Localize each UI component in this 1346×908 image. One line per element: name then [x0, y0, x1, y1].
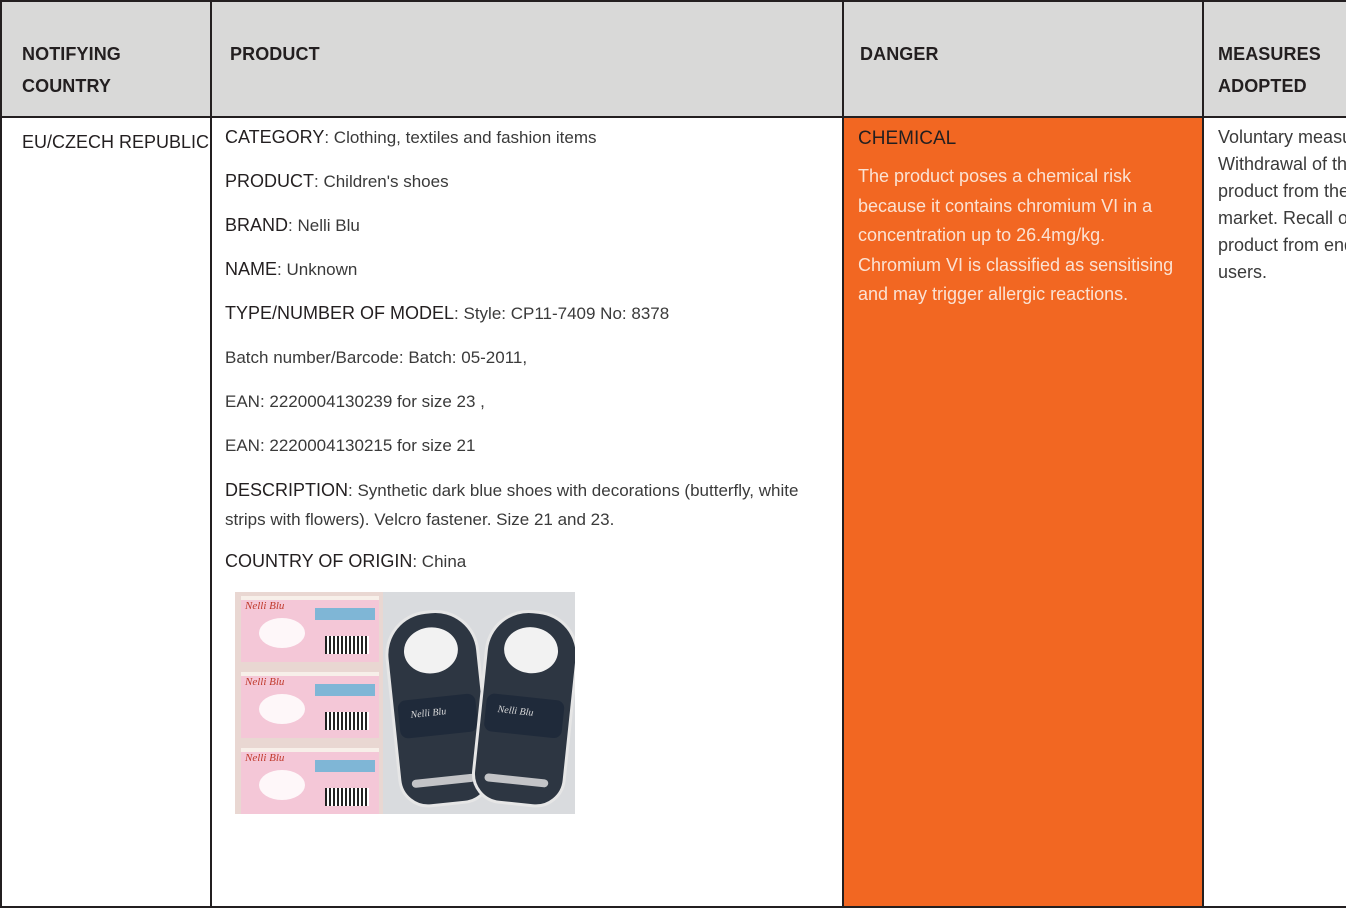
shoe-boxes-photo: Nelli Blu Nelli Blu Nelli Blu: [235, 592, 383, 814]
model-field: TYPE/NUMBER OF MODEL: Style: CP11-7409 N…: [225, 300, 842, 327]
category-label: CATEGORY: [225, 127, 325, 147]
notifying-country-cell: EU/CZECH REPUBLIC: [0, 116, 212, 908]
origin-label: COUNTRY OF ORIGIN: [225, 551, 413, 571]
barcode-graphic: [325, 712, 369, 730]
danger-title: CHEMICAL: [858, 128, 957, 149]
measures-cell: Voluntary measures: Withdrawal of the pr…: [1202, 116, 1346, 908]
origin-value: : China: [412, 552, 467, 571]
origin-field: COUNTRY OF ORIGIN: China: [225, 548, 842, 575]
name-field: NAME: Unknown: [225, 256, 842, 283]
table-row: EU/CZECH REPUBLIC CATEGORY: Clothing, te…: [0, 116, 1346, 908]
shoe-box: Nelli Blu: [241, 672, 379, 738]
batch-line: Batch number/Barcode: Batch: 05-2011,: [225, 348, 528, 367]
table-header-row: NOTIFYING COUNTRY PRODUCT DANGER MEASURE…: [0, 0, 1346, 118]
strap-brand-text: Nelli Blu: [410, 706, 447, 721]
insole-graphic: [501, 624, 561, 676]
sole-stripe: [411, 773, 476, 789]
shoe-box: Nelli Blu: [241, 596, 379, 662]
strap-brand-text: Nelli Blu: [497, 704, 534, 719]
category-field: CATEGORY: Clothing, textiles and fashion…: [225, 124, 842, 151]
right-shoe: Nelli Blu: [469, 605, 575, 811]
header-notifying-country: NOTIFYING COUNTRY: [0, 0, 212, 118]
alert-table-frame: NOTIFYING COUNTRY PRODUCT DANGER MEASURE…: [0, 0, 1346, 908]
header-measures-adopted: MEASURES ADOPTED: [1202, 0, 1346, 118]
brand-label: BRAND: [225, 215, 289, 235]
sole-stripe: [484, 773, 549, 788]
box-label-graphic: [315, 760, 375, 772]
name-label: NAME: [225, 259, 278, 279]
box-picture-graphic: [259, 618, 305, 648]
ean-line-1: EAN: 2220004130239 for size 23 ,: [225, 392, 485, 411]
brand-field: BRAND: Nelli Blu: [225, 212, 842, 239]
product-images: Nelli Blu Nelli Blu Nelli Blu Nelli Blu …: [235, 592, 842, 814]
product-cell: CATEGORY: Clothing, textiles and fashion…: [210, 116, 844, 908]
product-field: PRODUCT: Children's shoes: [225, 168, 842, 195]
box-label-graphic: [315, 684, 375, 696]
product-alert-table: NOTIFYING COUNTRY PRODUCT DANGER MEASURE…: [0, 0, 1346, 908]
velcro-strap: Nelli Blu: [483, 692, 565, 739]
box-label-graphic: [315, 608, 375, 620]
shoes-photo: Nelli Blu Nelli Blu: [383, 592, 575, 814]
shoe-box: Nelli Blu: [241, 748, 379, 814]
product-label: PRODUCT: [225, 171, 314, 191]
box-picture-graphic: [259, 770, 305, 800]
ean-line-2: EAN: 2220004130215 for size 21: [225, 436, 476, 455]
box-brand-text: Nelli Blu: [245, 600, 285, 612]
model-label: TYPE/NUMBER OF MODEL: [225, 303, 455, 323]
category-value: : Clothing, textiles and fashion items: [324, 128, 597, 147]
box-brand-text: Nelli Blu: [245, 752, 285, 764]
barcode-graphic: [325, 636, 369, 654]
description-field: DESCRIPTION: Synthetic dark blue shoes w…: [225, 476, 842, 534]
model-value: : Style: CP11-7409 No: 8378: [454, 304, 670, 323]
barcode-graphic: [325, 788, 369, 806]
brand-value: : Nelli Blu: [288, 216, 360, 235]
box-picture-graphic: [259, 694, 305, 724]
product-value: : Children's shoes: [314, 172, 449, 191]
header-product: PRODUCT: [210, 0, 844, 118]
box-brand-text: Nelli Blu: [245, 676, 285, 688]
description-label: DESCRIPTION: [225, 480, 349, 500]
insole-graphic: [401, 624, 461, 677]
danger-description: The product poses a chemical risk becaus…: [858, 166, 1174, 304]
header-danger: DANGER: [842, 0, 1204, 118]
velcro-strap: Nelli Blu: [397, 693, 479, 740]
danger-cell: CHEMICAL The product poses a chemical ri…: [842, 116, 1204, 908]
name-value: : Unknown: [277, 260, 358, 279]
